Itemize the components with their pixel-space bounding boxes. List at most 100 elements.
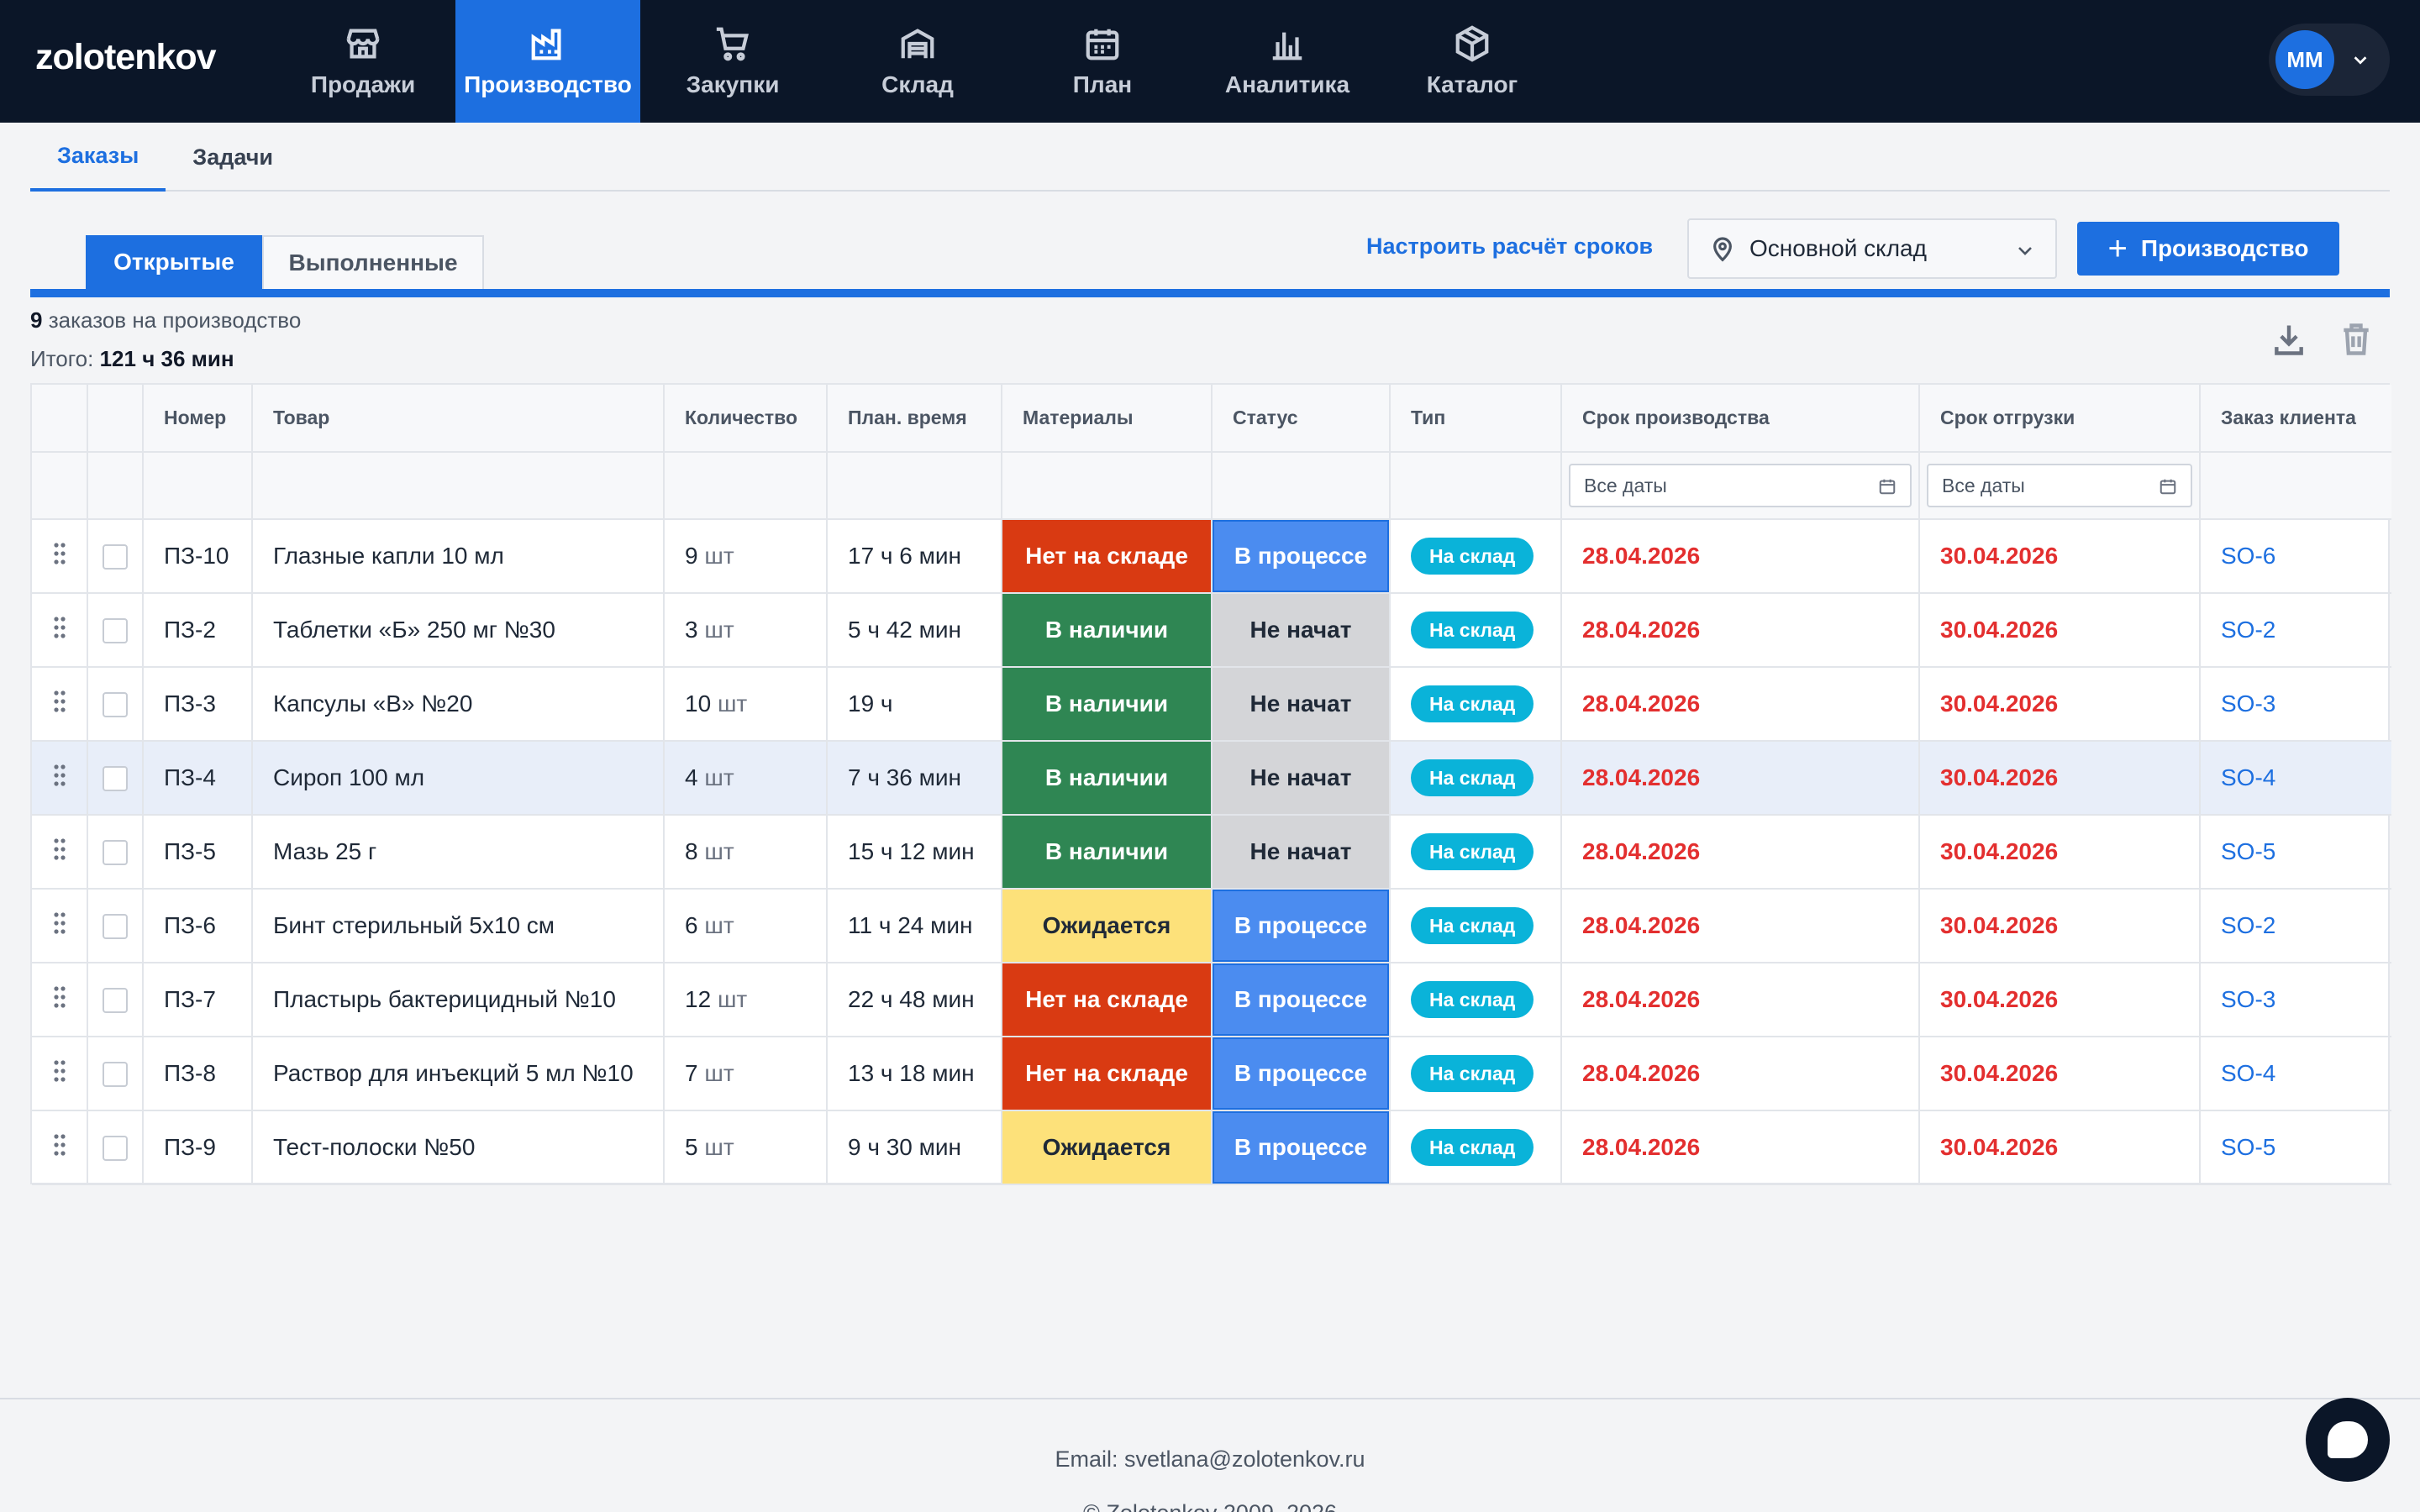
- row-checkbox[interactable]: [103, 1062, 128, 1088]
- table-row[interactable]: ПЗ-8 Раствор для инъекций 5 мл №10 7 шт 13 …: [32, 1037, 2391, 1111]
- nav-item-warehouse[interactable]: Склад: [825, 0, 1010, 123]
- table-row[interactable]: ПЗ-10 Глазные капли 10 мл 9 шт 17 ч 6 мин Не…: [32, 519, 2391, 594]
- shipping-date-filter[interactable]: Все даты: [1927, 464, 2192, 507]
- shipping-date: 30.04.2026: [1940, 617, 2059, 643]
- status-badge[interactable]: В процессе: [1213, 1037, 1389, 1110]
- status-badge[interactable]: Не начат: [1213, 668, 1389, 740]
- drag-cell[interactable]: [32, 741, 88, 816]
- client-order-link[interactable]: SO-4: [2221, 764, 2275, 790]
- status-badge[interactable]: Не начат: [1213, 816, 1389, 888]
- order-number[interactable]: ПЗ-2: [143, 593, 253, 668]
- download-icon[interactable]: [2270, 321, 2307, 358]
- tab-completed[interactable]: Выполненные: [262, 235, 484, 289]
- drag-cell[interactable]: [32, 1037, 88, 1111]
- row-checkbox[interactable]: [103, 766, 128, 792]
- col-product[interactable]: Товар: [252, 385, 665, 453]
- warehouse-select[interactable]: Основной склад: [1687, 218, 2057, 279]
- client-order-link[interactable]: SO-4: [2221, 1060, 2275, 1086]
- row-checkbox[interactable]: [103, 988, 128, 1014]
- production-date: 28.04.2026: [1582, 690, 1701, 717]
- app-logo[interactable]: zolotenkov: [35, 37, 217, 78]
- col-status[interactable]: Статус: [1212, 385, 1391, 453]
- drag-cell[interactable]: [32, 667, 88, 742]
- materials-badge[interactable]: В наличии: [1002, 816, 1211, 888]
- order-number[interactable]: ПЗ-5: [143, 815, 253, 890]
- tab-orders[interactable]: Заказы: [30, 123, 166, 192]
- client-order-link[interactable]: SO-3: [2221, 690, 2275, 717]
- client-order-link[interactable]: SO-3: [2221, 986, 2275, 1012]
- drag-cell[interactable]: [32, 519, 88, 594]
- order-number[interactable]: ПЗ-7: [143, 963, 253, 1037]
- row-checkbox[interactable]: [103, 1136, 128, 1162]
- order-number[interactable]: ПЗ-8: [143, 1037, 253, 1111]
- drag-cell[interactable]: [32, 593, 88, 668]
- tab-tasks[interactable]: Задачи: [166, 123, 300, 192]
- nav-item-sales[interactable]: Продажи: [271, 0, 455, 123]
- row-checkbox[interactable]: [103, 840, 128, 866]
- row-checkbox[interactable]: [103, 544, 128, 570]
- nav-item-catalog[interactable]: Каталог: [1380, 0, 1565, 123]
- status-badge[interactable]: В процессе: [1213, 1111, 1389, 1184]
- nav-item-production[interactable]: Производство: [455, 0, 640, 123]
- shipping-date: 30.04.2026: [1940, 1060, 2059, 1086]
- col-production-deadline[interactable]: Срок производства: [1561, 385, 1920, 453]
- configure-deadlines-link[interactable]: Настроить расчёт сроков: [1366, 234, 1653, 260]
- table-row[interactable]: ПЗ-6 Бинт стерильный 5х10 см 6 шт 11 ч 24 м…: [32, 889, 2391, 963]
- type-badge: На склад: [1411, 981, 1534, 1018]
- nav-item-plan[interactable]: План: [1010, 0, 1195, 123]
- col-type[interactable]: Тип: [1390, 385, 1562, 453]
- table-row[interactable]: ПЗ-2 Таблетки «Б» 250 мг №30 3 шт 5 ч 42 ми…: [32, 593, 2391, 668]
- status-badge[interactable]: Не начат: [1213, 742, 1389, 814]
- col-quantity[interactable]: Количество: [664, 385, 828, 453]
- add-production-button[interactable]: + Производство: [2077, 222, 2339, 276]
- status-badge[interactable]: В процессе: [1213, 963, 1389, 1036]
- drag-cell[interactable]: [32, 815, 88, 890]
- materials-badge[interactable]: Ожидается: [1002, 1111, 1211, 1184]
- table-row[interactable]: ПЗ-3 Капсулы «В» №20 10 шт 19 чВ наличии Не …: [32, 667, 2391, 742]
- col-plan-time[interactable]: План. время: [827, 385, 1002, 453]
- order-number[interactable]: ПЗ-3: [143, 667, 253, 742]
- user-menu[interactable]: MM: [2269, 24, 2390, 96]
- table-row[interactable]: ПЗ-9 Тест-полоски №50 5 шт 9 ч 30 мин Ожидае…: [32, 1110, 2391, 1185]
- tab-open[interactable]: Открытые: [86, 235, 262, 289]
- drag-cell[interactable]: [32, 1110, 88, 1185]
- production-date-filter[interactable]: Все даты: [1569, 464, 1912, 507]
- materials-badge[interactable]: В наличии: [1002, 742, 1211, 814]
- chat-button[interactable]: [2306, 1398, 2390, 1482]
- order-number[interactable]: ПЗ-10: [143, 519, 253, 594]
- client-order-link[interactable]: SO-2: [2221, 617, 2275, 643]
- drag-cell[interactable]: [32, 963, 88, 1037]
- drag-cell[interactable]: [32, 889, 88, 963]
- client-order-link[interactable]: SO-6: [2221, 543, 2275, 569]
- table-row[interactable]: ПЗ-5 Мазь 25 г8 шт 15 ч 12 мин В наличии Не …: [32, 815, 2391, 890]
- col-shipping-deadline[interactable]: Срок отгрузки: [1919, 385, 2201, 453]
- table-row[interactable]: ПЗ-4 Сироп 100 мл 4 шт 7 ч 36 мин В наличии Н…: [32, 741, 2391, 816]
- col-client-order[interactable]: Заказ клиента: [2200, 385, 2391, 453]
- nav-item-purchases[interactable]: Закупки: [640, 0, 825, 123]
- product-name: Глазные капли 10 мл: [252, 519, 665, 594]
- materials-badge[interactable]: Нет на складе: [1002, 520, 1211, 592]
- table-row[interactable]: ПЗ-7 Пластырь бактерицидный №10 12 шт 22 ч …: [32, 963, 2391, 1037]
- col-number[interactable]: Номер: [143, 385, 253, 453]
- client-order-link[interactable]: SO-5: [2221, 1134, 2275, 1160]
- order-number[interactable]: ПЗ-4: [143, 741, 253, 816]
- client-order-link[interactable]: SO-5: [2221, 838, 2275, 864]
- status-badge[interactable]: В процессе: [1213, 890, 1389, 962]
- nav-item-analytics[interactable]: Аналитика: [1195, 0, 1380, 123]
- col-materials[interactable]: Материалы: [1002, 385, 1213, 453]
- row-checkbox[interactable]: [103, 618, 128, 644]
- order-number[interactable]: ПЗ-6: [143, 889, 253, 963]
- materials-badge[interactable]: Нет на складе: [1002, 963, 1211, 1036]
- client-order-link[interactable]: SO-2: [2221, 912, 2275, 938]
- order-number[interactable]: ПЗ-9: [143, 1110, 253, 1185]
- materials-badge[interactable]: В наличии: [1002, 668, 1211, 740]
- trash-icon[interactable]: [2338, 321, 2375, 358]
- type-badge: На склад: [1411, 612, 1534, 648]
- materials-badge[interactable]: Нет на складе: [1002, 1037, 1211, 1110]
- materials-badge[interactable]: Ожидается: [1002, 890, 1211, 962]
- status-badge[interactable]: Не начат: [1213, 594, 1389, 666]
- row-checkbox[interactable]: [103, 914, 128, 940]
- status-badge[interactable]: В процессе: [1213, 520, 1389, 592]
- materials-badge[interactable]: В наличии: [1002, 594, 1211, 666]
- row-checkbox[interactable]: [103, 692, 128, 718]
